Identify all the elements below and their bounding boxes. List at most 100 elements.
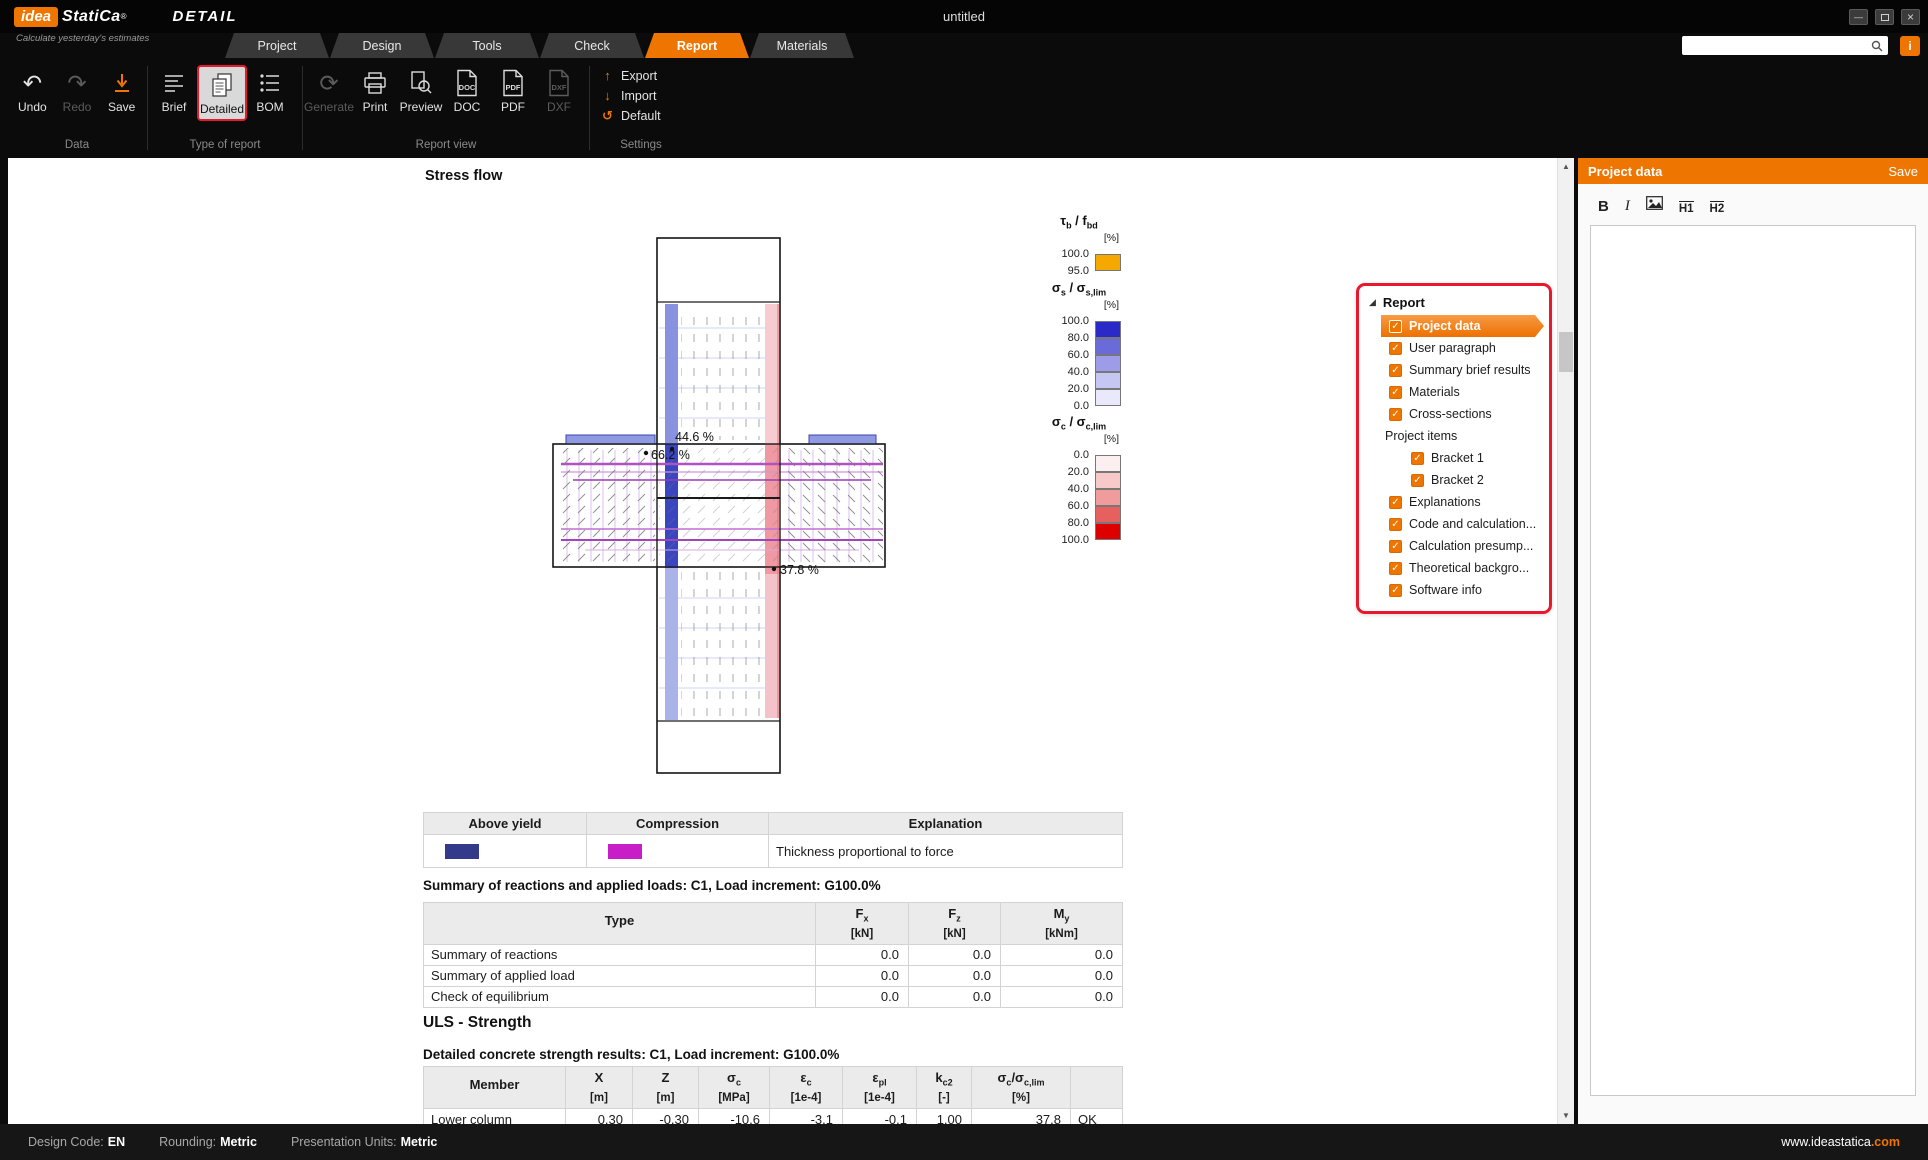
checkbox-checked-icon[interactable]: ✓ — [1389, 364, 1402, 377]
titlebar: untitled idea StatiCa ® DETAIL — × — [0, 0, 1928, 33]
bom-report-icon — [258, 68, 282, 98]
tree-item-label: Cross-sections — [1409, 407, 1492, 421]
tree-root-report[interactable]: ◢ Report — [1359, 292, 1549, 315]
pdf-file-icon: PDF — [500, 68, 526, 98]
registered-mark: ® — [121, 12, 127, 21]
tree-item-software-info[interactable]: ✓ Software info — [1359, 579, 1549, 601]
brief-report-button[interactable]: Brief — [151, 65, 197, 117]
print-button[interactable]: Print — [352, 65, 398, 117]
maximize-icon — [1881, 14, 1889, 21]
tree-item-summary-brief-results[interactable]: ✓ Summary brief results — [1359, 359, 1549, 381]
group-label-report-view: Report view — [306, 139, 586, 158]
tree-item-user-paragraph[interactable]: ✓ User paragraph — [1359, 337, 1549, 359]
tab-tools[interactable]: Tools — [435, 33, 539, 58]
pdf-label: PDF — [501, 100, 525, 114]
tree-item-code-and-calculation[interactable]: ✓ Code and calculation... — [1359, 513, 1549, 535]
tree-item-label: Bracket 1 — [1431, 451, 1484, 465]
tab-check[interactable]: Check — [540, 33, 644, 58]
doc-export-button[interactable]: DOC DOC — [444, 65, 490, 117]
tree-group-project-items[interactable]: Project items — [1359, 425, 1549, 447]
tab-report[interactable]: Report — [645, 33, 749, 58]
column-header: Fx[kN] — [816, 903, 909, 945]
svg-text:PDF: PDF — [506, 83, 521, 92]
tree-item-calculation-presumptions[interactable]: ✓ Calculation presump... — [1359, 535, 1549, 557]
group-label-type-of-report: Type of report — [151, 139, 299, 158]
tab-materials[interactable]: Materials — [750, 33, 854, 58]
checkbox-checked-icon[interactable]: ✓ — [1389, 540, 1402, 553]
legend-unit: [%] — [1035, 433, 1123, 445]
tab-design[interactable]: Design — [330, 33, 434, 58]
tagline: Calculate yesterday's estimates — [16, 33, 149, 44]
status-badge: OK — [1071, 1108, 1123, 1124]
tree-item-explanations[interactable]: ✓ Explanations — [1359, 491, 1549, 513]
tree-item-cross-sections[interactable]: ✓ Cross-sections — [1359, 403, 1549, 425]
column-header: kc2[-] — [917, 1067, 972, 1109]
tree-item-label: Materials — [1409, 385, 1460, 399]
default-settings-button[interactable]: ↺ Default — [601, 108, 681, 124]
undo-label: Undo — [18, 100, 47, 114]
search-input[interactable] — [1687, 38, 1871, 53]
insert-image-button[interactable] — [1646, 196, 1663, 215]
checkbox-checked-icon[interactable]: ✓ — [1411, 474, 1424, 487]
checkbox-checked-icon[interactable]: ✓ — [1389, 496, 1402, 509]
checkbox-checked-icon[interactable]: ✓ — [1389, 408, 1402, 421]
tab-project[interactable]: Project — [225, 33, 329, 58]
tree-item-bracket-2[interactable]: ✓ Bracket 2 — [1359, 469, 1549, 491]
heading2-button[interactable]: H2 — [1710, 201, 1725, 215]
maximize-button[interactable] — [1875, 9, 1894, 25]
bom-report-button[interactable]: BOM — [247, 65, 293, 117]
expander-icon[interactable]: ◢ — [1369, 297, 1376, 308]
scrollbar-thumb[interactable] — [1559, 332, 1573, 372]
detailed-report-icon — [209, 70, 235, 100]
ribbon-separator — [302, 66, 303, 150]
tree-item-project-data[interactable]: ✓ Project data — [1359, 315, 1549, 337]
import-settings-button[interactable]: ↓ Import — [601, 88, 681, 103]
undo-button[interactable]: ↶ Undo — [10, 65, 55, 117]
checkbox-checked-icon[interactable]: ✓ — [1389, 342, 1402, 355]
tree-item-theoretical-background[interactable]: ✓ Theoretical backgro... — [1359, 557, 1549, 579]
project-data-editor[interactable] — [1590, 225, 1916, 1096]
vertical-scrollbar[interactable]: ▲ ▼ — [1557, 158, 1574, 1124]
close-button[interactable]: × — [1901, 9, 1920, 25]
print-label: Print — [363, 100, 388, 114]
legend-concrete-stress: σc / σc,lim [%] 0.0 20.0 40.0 60.0 80.0 … — [1035, 414, 1123, 551]
save-button[interactable]: Save — [99, 65, 144, 117]
minimize-button[interactable]: — — [1849, 9, 1868, 25]
website-link[interactable]: www.ideastatica.com — [1781, 1135, 1900, 1149]
scroll-down-icon[interactable]: ▼ — [1558, 1107, 1574, 1124]
search-box — [1682, 36, 1888, 55]
checkbox-checked-icon[interactable]: ✓ — [1389, 518, 1402, 531]
ribbon-group-settings: ↑ Export ↓ Import ↺ Default Settings — [593, 58, 689, 158]
export-settings-button[interactable]: ↑ Export — [601, 68, 681, 83]
save-panel-button[interactable]: Save — [1888, 164, 1918, 179]
text-format-toolbar: B I H1 H2 — [1578, 184, 1928, 221]
heading1-button[interactable]: H1 — [1679, 201, 1694, 215]
column-header: σc[MPa] — [699, 1067, 770, 1109]
checkbox-checked-icon[interactable]: ✓ — [1389, 584, 1402, 597]
pdf-export-button[interactable]: PDF PDF — [490, 65, 536, 117]
checkbox-checked-icon[interactable]: ✓ — [1389, 320, 1402, 333]
detailed-report-button[interactable]: Detailed — [197, 65, 247, 121]
utilization-label-top: 44.6 % — [675, 430, 714, 444]
ribbon: ↶ Undo ↷ Redo Save Data Brief — [0, 58, 1928, 158]
bold-button[interactable]: B — [1598, 198, 1609, 215]
license-info-button[interactable]: i — [1900, 36, 1920, 56]
preview-button[interactable]: Preview — [398, 65, 444, 117]
checkbox-checked-icon[interactable]: ✓ — [1389, 562, 1402, 575]
project-data-panel: Project data Save B I H1 H2 — [1578, 158, 1928, 1124]
legend-swatch — [1095, 372, 1121, 389]
export-label: Export — [621, 69, 657, 83]
image-icon — [1646, 196, 1663, 210]
column-header: Type — [424, 903, 816, 945]
italic-button[interactable]: I — [1625, 198, 1630, 215]
checkbox-checked-icon[interactable]: ✓ — [1389, 386, 1402, 399]
checkbox-checked-icon[interactable]: ✓ — [1411, 452, 1424, 465]
scroll-up-icon[interactable]: ▲ — [1558, 158, 1574, 175]
module-name: DETAIL — [173, 8, 238, 25]
tree-item-materials[interactable]: ✓ Materials — [1359, 381, 1549, 403]
stress-flow-heading: Stress flow — [425, 168, 502, 184]
legend-swatch — [1095, 489, 1121, 506]
redo-icon: ↷ — [67, 68, 86, 98]
report-items-panel: ◢ Report ✓ Project data ✓ User paragraph… — [1356, 283, 1552, 614]
tree-item-bracket-1[interactable]: ✓ Bracket 1 — [1359, 447, 1549, 469]
